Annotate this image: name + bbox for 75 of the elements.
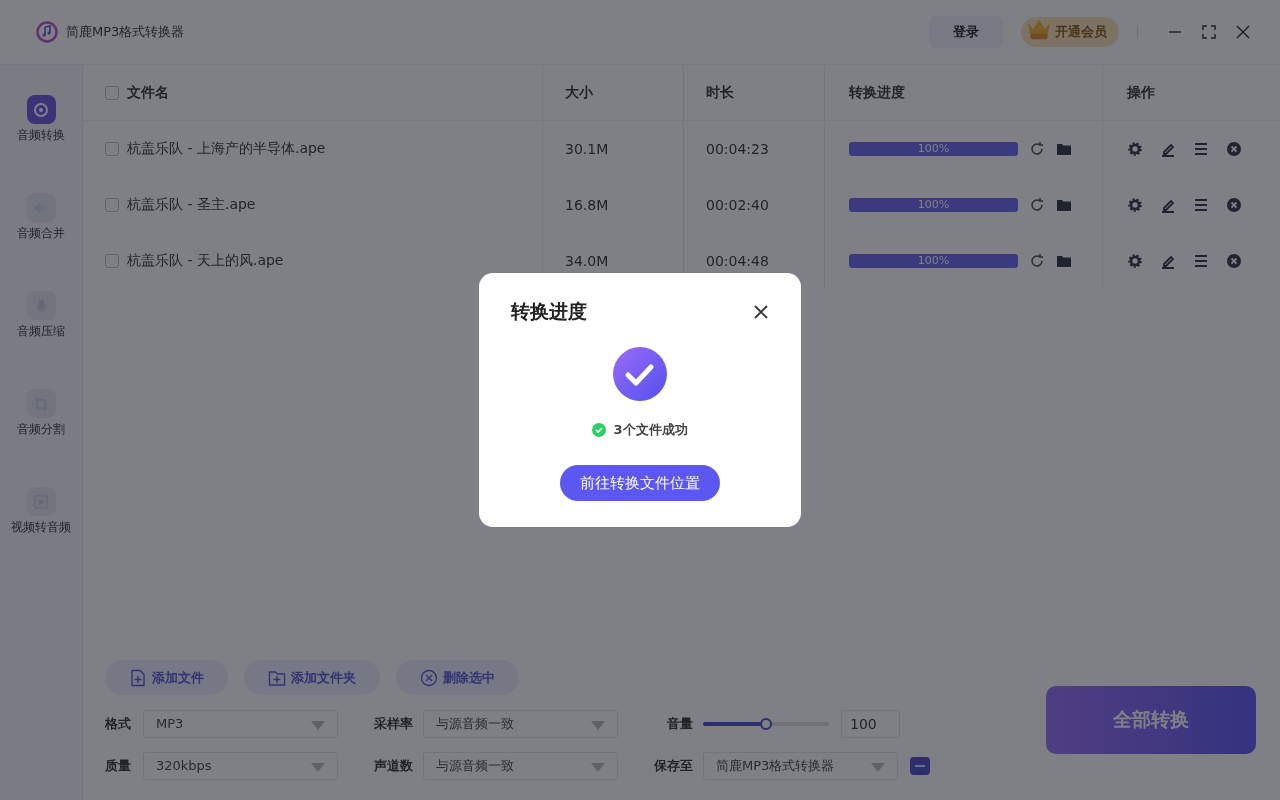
row-checkbox[interactable] bbox=[105, 142, 119, 156]
table-cell: 杭盖乐队 - 天上的风.ape bbox=[127, 252, 284, 270]
column-header: 大小 bbox=[565, 83, 593, 102]
menu-icon[interactable] bbox=[1193, 253, 1209, 269]
maximize-icon[interactable] bbox=[1202, 25, 1216, 39]
volume-input[interactable]: 100 bbox=[841, 710, 900, 738]
close-icon[interactable] bbox=[753, 304, 769, 320]
sidebar-item[interactable]: 音频分割 bbox=[17, 389, 65, 437]
progress-label: 100% bbox=[916, 254, 951, 268]
status-text: 3个文件成功 bbox=[613, 421, 688, 439]
select-all-checkbox[interactable] bbox=[105, 85, 119, 100]
edit-icon[interactable] bbox=[1160, 141, 1176, 157]
column-header: 文件名 bbox=[127, 83, 169, 102]
table-cell: 00:04:48 bbox=[706, 253, 769, 269]
toolbar-button[interactable]: 添加文件 bbox=[105, 660, 228, 695]
dialog-title: 转换进度 bbox=[511, 299, 587, 324]
sidebar-item[interactable]: 音频压缩 bbox=[17, 291, 65, 339]
folder-icon[interactable] bbox=[1056, 253, 1072, 269]
row-checkbox[interactable] bbox=[105, 198, 119, 212]
setting-label: 音量 bbox=[666, 715, 694, 733]
setting-label: 保存至 bbox=[652, 757, 694, 775]
add-icon bbox=[129, 668, 147, 687]
slider-thumb[interactable] bbox=[760, 718, 772, 730]
table-cell: 杭盖乐队 - 上海产的半导体.ape bbox=[127, 140, 326, 158]
sidebar-icon bbox=[26, 95, 56, 124]
column-header: 时长 bbox=[706, 83, 734, 102]
window-title: 简鹿MP3格式转换器 bbox=[66, 23, 185, 41]
edit-icon[interactable] bbox=[1160, 197, 1176, 213]
open-folder-button[interactable]: 前往转换文件位置 bbox=[560, 465, 720, 501]
folder-icon[interactable] bbox=[1056, 197, 1072, 213]
success-check-icon bbox=[613, 347, 667, 401]
table-cell: 16.8M bbox=[565, 197, 609, 213]
convert-all-button[interactable]: 全部转换 bbox=[1046, 686, 1256, 754]
menu-icon[interactable] bbox=[1193, 141, 1209, 157]
table-cell: 杭盖乐队 - 圣主.ape bbox=[127, 196, 256, 214]
vip-button[interactable]: 开通会员 bbox=[1021, 17, 1119, 47]
quality-select[interactable]: 320kbps bbox=[143, 752, 338, 780]
progress-label: 100% bbox=[916, 142, 951, 156]
toolbar-button[interactable]: 添加文件夹 bbox=[244, 660, 380, 695]
settings-icon[interactable] bbox=[1127, 141, 1143, 157]
delete-icon bbox=[420, 668, 438, 687]
settings-icon[interactable] bbox=[1127, 253, 1143, 269]
login-button[interactable]: 登录 bbox=[929, 16, 1003, 48]
row-checkbox[interactable] bbox=[105, 254, 119, 268]
format-select[interactable]: MP3 bbox=[143, 710, 338, 738]
column-header: 转换进度 bbox=[849, 83, 905, 102]
progress-label: 100% bbox=[916, 198, 951, 212]
refresh-icon[interactable] bbox=[1029, 141, 1045, 157]
sidebar-item[interactable]: 音频转换 bbox=[17, 95, 65, 143]
settings-icon[interactable] bbox=[1127, 197, 1143, 213]
refresh-icon[interactable] bbox=[1029, 253, 1045, 269]
toolbar-button[interactable]: 删除选中 bbox=[396, 660, 519, 695]
setting-label: 采样率 bbox=[373, 715, 414, 733]
table-cell: 00:02:40 bbox=[706, 197, 769, 213]
remove-icon[interactable] bbox=[1226, 197, 1242, 213]
remove-icon[interactable] bbox=[1226, 253, 1242, 269]
folder-icon[interactable] bbox=[1056, 141, 1072, 157]
edit-icon[interactable] bbox=[1160, 253, 1176, 269]
add-icon bbox=[268, 668, 286, 687]
setting-label: 格式 bbox=[105, 715, 132, 733]
menu-icon[interactable] bbox=[1193, 197, 1209, 213]
column-header: 操作 bbox=[1127, 83, 1155, 102]
setting-label: 质量 bbox=[105, 757, 132, 775]
sidebar-item[interactable]: 视频转音频 bbox=[11, 487, 71, 535]
success-icon bbox=[592, 423, 607, 437]
table-cell: 34.0M bbox=[565, 253, 609, 269]
setting-label: 声道数 bbox=[373, 757, 414, 775]
app-logo-icon bbox=[36, 21, 58, 43]
refresh-icon[interactable] bbox=[1029, 197, 1045, 213]
remove-icon[interactable] bbox=[1226, 141, 1242, 157]
save-location-select[interactable]: 简鹿MP3格式转换器 bbox=[703, 752, 898, 780]
folder-icon[interactable] bbox=[910, 756, 930, 776]
table-cell: 00:04:23 bbox=[706, 141, 769, 157]
sidebar-item[interactable]: 音频合并 bbox=[17, 193, 65, 241]
table-cell: 30.1M bbox=[565, 141, 609, 157]
